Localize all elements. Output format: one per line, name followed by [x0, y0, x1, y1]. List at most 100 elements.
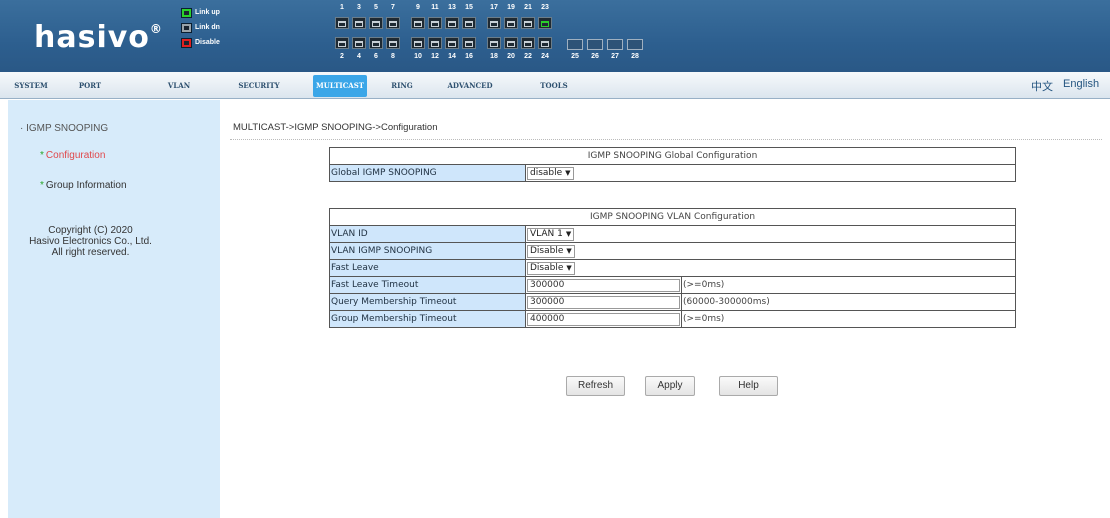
group-membership-timeout-input[interactable]: 400000: [527, 312, 680, 326]
copyright-notice: Copyright (C) 2020 Hasivo Electronics Co…: [29, 225, 152, 258]
ethernet-port-icon: [445, 17, 459, 29]
port-led: [448, 21, 456, 27]
legend-item: Disable: [181, 35, 220, 50]
tab-ring[interactable]: RING: [381, 75, 423, 97]
port-led: [465, 21, 473, 27]
ethernet-port-icon: [428, 37, 442, 49]
fast-leave-timeout-input[interactable]: 300000: [527, 278, 680, 292]
vlan-config-title: IGMP SNOOPING VLAN Configuration: [329, 208, 1016, 226]
ethernet-port-icon: [386, 17, 400, 29]
port-number-label: 26: [591, 53, 599, 60]
sidebar: · IGMP SNOOPING * Configuration * Group In…: [8, 100, 220, 518]
hasivo-logo: hasivo®: [34, 20, 163, 55]
vlan-igmp-snooping-select[interactable]: Disable ▼: [527, 244, 575, 258]
port-number-label: 11: [431, 4, 439, 11]
ethernet-port-icon: [487, 17, 501, 29]
port-led: [372, 41, 380, 47]
refresh-button[interactable]: Refresh: [566, 376, 625, 396]
legend-label: Disable: [195, 39, 220, 46]
port-number-label: 22: [524, 53, 532, 60]
port-status-legend: Link up Link dn Disable: [181, 5, 220, 50]
tab-tools[interactable]: TOOLS: [537, 75, 571, 97]
ethernet-port-icon: [386, 37, 400, 49]
query-membership-timeout-input[interactable]: 300000: [527, 295, 680, 309]
config-row-label: VLAN ID: [329, 225, 526, 243]
port-number-label: 3: [357, 4, 361, 11]
global-igmp-snooping-label: Global IGMP SNOOPING: [329, 164, 526, 182]
ethernet-port-icon: [411, 37, 425, 49]
port-number-label: 1: [340, 4, 344, 11]
legend-label: Link dn: [195, 24, 220, 31]
fast-leave-select[interactable]: Disable ▼: [527, 261, 575, 275]
port-number-label: 12: [431, 53, 439, 60]
main-nav: SYSTEM PORT VLAN SECURITY MULTICAST RING ADVAN…: [0, 72, 1110, 99]
sfp-port-icon: [627, 39, 643, 50]
global-igmp-snooping-select[interactable]: disable ▼: [527, 166, 574, 180]
config-row: Fast Leave Timeout 300000 (>=0ms): [329, 276, 1016, 294]
port-number-label: 19: [507, 4, 515, 11]
chevron-down-icon: ▼: [565, 168, 571, 177]
port-led: [431, 21, 439, 27]
ethernet-port-icon: [521, 37, 535, 49]
port-number-label: 21: [524, 4, 532, 11]
port-number-label: 16: [465, 53, 473, 60]
ethernet-port-icon: [504, 37, 518, 49]
tab-system[interactable]: SYSTEM: [12, 75, 50, 97]
ethernet-port-icon: [352, 37, 366, 49]
sidebar-section-igmp-snooping[interactable]: · IGMP SNOOPING: [20, 123, 108, 134]
legend-swatch: [181, 22, 192, 33]
sidebar-item-group-information[interactable]: * Group Information: [40, 180, 127, 191]
port-number-label: 6: [374, 53, 378, 60]
chevron-down-icon: ▼: [566, 263, 572, 272]
port-led: [490, 41, 498, 47]
ethernet-port-icon: [445, 37, 459, 49]
port-number-label: 28: [631, 53, 639, 60]
port-led: [389, 21, 397, 27]
port-number-label: 23: [541, 4, 549, 11]
legend-swatch: [181, 37, 192, 48]
fast-leave-timeout-range-hint: (>=0ms): [681, 276, 1016, 294]
port-number-label: 14: [448, 53, 456, 60]
help-button[interactable]: Help: [719, 376, 778, 396]
port-number-label: 2: [340, 53, 344, 60]
port-led: [338, 41, 346, 47]
tab-port[interactable]: PORT: [72, 75, 108, 97]
port-number-label: 20: [507, 53, 515, 60]
port-number-label: 27: [611, 53, 619, 60]
vlan-config-table: IGMP SNOOPING VLAN Configuration VLAN ID…: [329, 208, 1016, 328]
port-number-label: 4: [357, 53, 361, 60]
vlan-id-select[interactable]: VLAN 1 ▼: [527, 227, 575, 241]
port-number-label: 5: [374, 4, 378, 11]
ethernet-port-icon: [462, 17, 476, 29]
ethernet-port-icon: [538, 17, 552, 29]
port-led: [507, 21, 515, 27]
port-led: [524, 41, 532, 47]
apply-button[interactable]: Apply: [645, 376, 695, 396]
tab-security[interactable]: SECURITY: [232, 75, 286, 97]
global-config-title: IGMP SNOOPING Global Configuration: [329, 147, 1016, 165]
tab-multicast[interactable]: MULTICAST: [313, 75, 367, 97]
port-number-label: 18: [490, 53, 498, 60]
config-row-label: Fast Leave: [329, 259, 526, 277]
ethernet-port-icon: [411, 17, 425, 29]
ethernet-port-icon: [521, 17, 535, 29]
port-number-label: 10: [414, 53, 422, 60]
lang-english-link[interactable]: English: [1063, 78, 1099, 90]
config-row: VLAN IGMP SNOOPING Disable ▼: [329, 242, 1016, 260]
tab-vlan[interactable]: VLAN: [164, 75, 194, 97]
port-number-label: 7: [391, 4, 395, 11]
config-row-label: Group Membership Timeout: [329, 310, 526, 328]
port-led: [507, 41, 515, 47]
breadcrumb: MULTICAST->IGMP SNOOPING->Configuration: [233, 122, 438, 133]
ethernet-port-icon: [369, 17, 383, 29]
tab-advanced[interactable]: ADVANCED: [441, 75, 499, 97]
port-number-label: 9: [416, 4, 420, 11]
ethernet-port-icon: [504, 17, 518, 29]
config-row-label: Fast Leave Timeout: [329, 276, 526, 294]
sidebar-item-configuration[interactable]: * Configuration: [40, 150, 105, 161]
port-led: [338, 21, 346, 27]
port-led: [524, 21, 532, 27]
port-led: [490, 21, 498, 27]
lang-chinese-link[interactable]: 中文: [1031, 78, 1053, 94]
port-led: [541, 41, 549, 47]
